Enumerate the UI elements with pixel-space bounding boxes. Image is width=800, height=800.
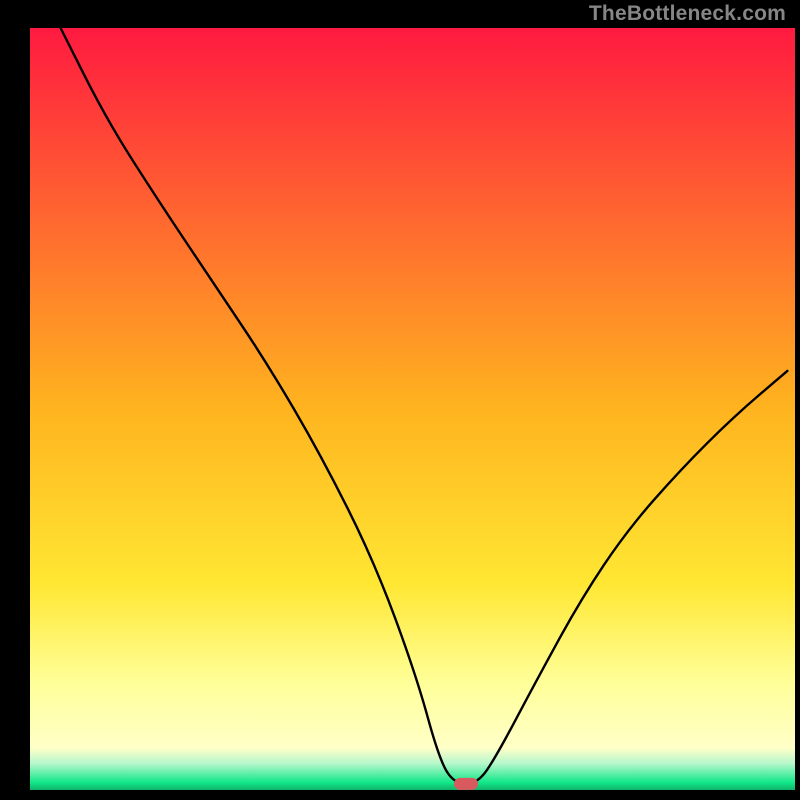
plot-svg	[0, 0, 800, 800]
plot-background	[30, 28, 795, 790]
watermark-label: TheBottleneck.com	[589, 2, 786, 26]
bottleneck-chart: TheBottleneck.com	[0, 0, 800, 800]
optimal-marker	[454, 778, 478, 790]
